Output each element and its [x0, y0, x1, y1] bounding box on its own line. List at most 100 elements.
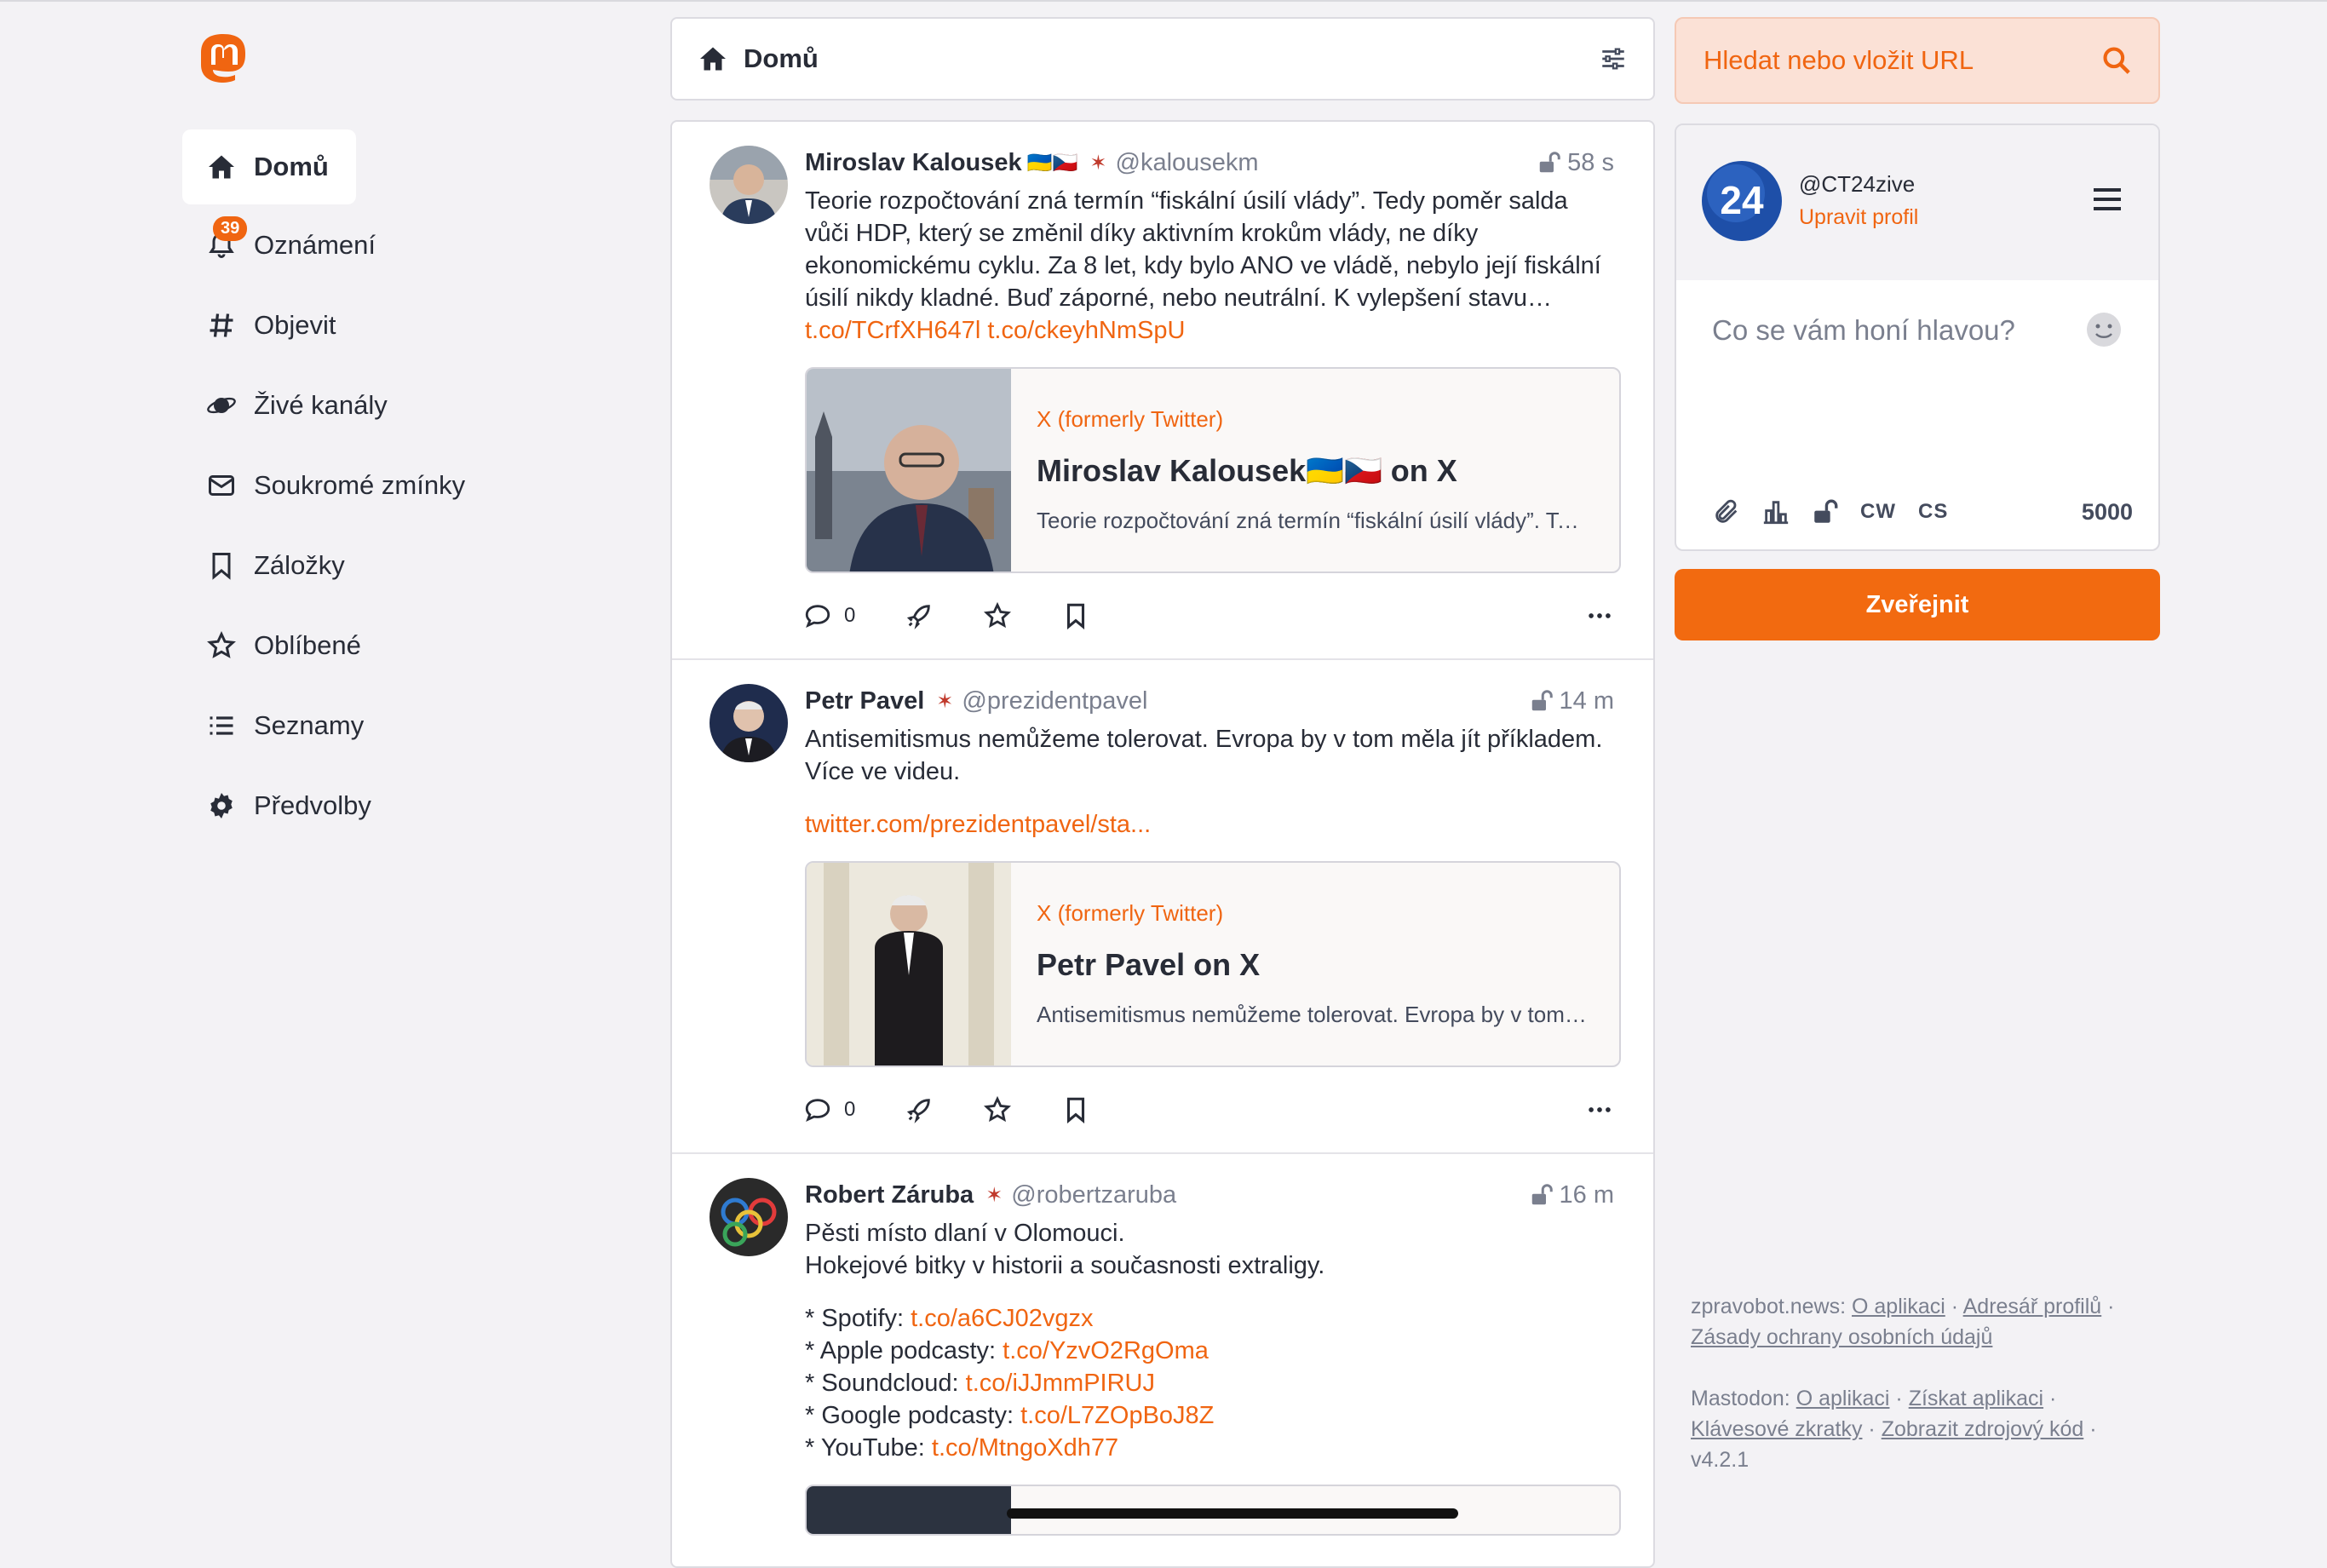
- ellipsis-icon: [1589, 613, 1611, 618]
- privacy-policy-link[interactable]: Zásady ochrany osobních údajů: [1691, 1325, 1992, 1349]
- nav-item-label: Oznámení: [254, 230, 376, 260]
- account-handle[interactable]: @kalousekm: [1116, 149, 1259, 177]
- nav-item-live-feeds[interactable]: Živé kanály: [182, 368, 557, 443]
- home-icon: [204, 150, 238, 184]
- card-provider: X (formerly Twitter): [1037, 900, 1224, 926]
- card-title: Miroslav Kalousek🇺🇦🇨🇿 on X: [1037, 453, 1457, 488]
- star-icon: [984, 601, 1012, 629]
- bookmark-button[interactable]: [1061, 1095, 1090, 1124]
- status-post[interactable]: Robert Záruba ✶ @robertzaruba 16 m Pěsti…: [672, 1154, 1653, 1536]
- hamburger-menu-icon[interactable]: [2092, 187, 2123, 212]
- about-link[interactable]: O aplikaci: [1852, 1295, 1945, 1318]
- content-warning-button[interactable]: CW: [1860, 500, 1896, 524]
- unlock-icon: [1539, 152, 1560, 173]
- nav-item-label: Oblíbené: [254, 630, 361, 660]
- main-navigation: Domů 39 Oznámení Objevit Živé kanály Sou…: [182, 129, 557, 848]
- nav-item-label: Předvolby: [254, 790, 371, 820]
- link-preview-card[interactable]: X (formerly Twitter) Miroslav Kalousek🇺🇦…: [805, 367, 1621, 573]
- account-header: 24 @CT24zive Upravit profil: [1676, 125, 2158, 280]
- post-time[interactable]: 58 s: [1537, 149, 1614, 177]
- reply-button[interactable]: 0: [803, 1095, 855, 1124]
- publish-button[interactable]: Zveřejnit: [1675, 569, 2160, 640]
- version-label: v4.2.1: [1691, 1448, 1750, 1472]
- poll-icon[interactable]: [1761, 497, 1790, 526]
- keyboard-shortcuts-link[interactable]: Klávesové zkratky: [1691, 1417, 1862, 1441]
- home-icon: [700, 47, 726, 71]
- more-options-button[interactable]: [1585, 601, 1614, 630]
- post-time[interactable]: 16 m: [1529, 1181, 1614, 1209]
- boost-button[interactable]: [905, 1095, 934, 1124]
- profile-directory-link[interactable]: Adresář profilů: [1963, 1295, 2102, 1318]
- nav-item-bookmarks[interactable]: Záložky: [182, 528, 557, 603]
- bot-icon: ✶: [985, 1183, 1003, 1207]
- nav-item-label: Objevit: [254, 310, 336, 340]
- more-options-button[interactable]: [1585, 1095, 1614, 1124]
- time-label: 14 m: [1559, 686, 1614, 715]
- account-handle[interactable]: @prezidentpavel: [962, 687, 1147, 715]
- paperclip-icon[interactable]: [1712, 497, 1741, 526]
- nav-item-lists[interactable]: Seznamy: [182, 688, 557, 763]
- avatar[interactable]: [710, 146, 788, 224]
- mastodon-about-link[interactable]: O aplikaci: [1796, 1387, 1890, 1410]
- compose-textarea[interactable]: Co se vám honí hlavou?: [1676, 280, 2158, 478]
- nav-item-label: Domů: [254, 152, 329, 181]
- display-name[interactable]: Petr Pavel: [805, 687, 924, 715]
- account-handle[interactable]: @robertzaruba: [1011, 1181, 1176, 1209]
- mastodon-logo-icon[interactable]: [198, 32, 249, 87]
- reply-button[interactable]: 0: [803, 601, 855, 630]
- display-name[interactable]: Robert Záruba: [805, 1181, 974, 1209]
- display-name[interactable]: Miroslav Kalousek: [805, 149, 1022, 177]
- nav-item-private-mentions[interactable]: Soukromé zmínky: [182, 448, 557, 523]
- get-app-link[interactable]: Získat aplikaci: [1909, 1387, 2043, 1410]
- status-text: Hokejové bitky v historii a současnosti …: [805, 1252, 1325, 1279]
- language-button[interactable]: CS: [1918, 500, 1948, 524]
- nav-item-notifications[interactable]: 39 Oznámení: [182, 208, 557, 283]
- account-handle[interactable]: @CT24zive: [1799, 171, 1915, 198]
- nav-item-favourites[interactable]: Oblíbené: [182, 608, 557, 683]
- post-time[interactable]: 14 m: [1529, 687, 1614, 715]
- search-icon[interactable]: [2100, 44, 2133, 77]
- status-post[interactable]: Petr Pavel ✶ @prezidentpavel 14 m Antise…: [672, 660, 1653, 1154]
- footer-site-name: zpravobot.news: [1691, 1295, 1841, 1318]
- scroll-indicator[interactable]: [1007, 1508, 1458, 1519]
- nav-item-home[interactable]: Domů: [182, 129, 356, 204]
- source-code-link[interactable]: Zobrazit zdrojový kód: [1882, 1417, 2084, 1441]
- status-link[interactable]: t.co/YzvO2RgOma: [1003, 1337, 1209, 1364]
- status-text: Pěsti místo dlaní v Olomouci.: [805, 1220, 1125, 1247]
- status-link[interactable]: t.co/ckeyhNmSpU: [987, 317, 1185, 344]
- nav-item-label: Seznamy: [254, 710, 365, 740]
- status-link[interactable]: t.co/L7ZOpBoJ8Z: [1020, 1402, 1214, 1429]
- card-description: Antisemitismus nemůžeme tolerovat. Evrop…: [1037, 1002, 1590, 1027]
- planet-icon: [204, 388, 238, 422]
- status-link[interactable]: t.co/TCrfXH647l: [805, 317, 980, 344]
- avatar[interactable]: [710, 1178, 788, 1256]
- avatar[interactable]: [710, 684, 788, 762]
- status-link[interactable]: t.co/a6CJ02vgzx: [911, 1305, 1093, 1332]
- status-link[interactable]: t.co/iJJmmPIRUJ: [966, 1370, 1155, 1397]
- nav-item-label: Soukromé zmínky: [254, 470, 466, 500]
- status-post[interactable]: Miroslav Kalousek 🇺🇦🇨🇿 ✶ @kalousekm 58 s…: [672, 122, 1653, 660]
- edit-profile-link[interactable]: Upravit profil: [1799, 205, 1918, 230]
- nav-item-label: Záložky: [254, 550, 345, 580]
- reply-icon: [805, 605, 830, 629]
- bookmark-icon: [204, 549, 238, 583]
- compose-form: 24 @CT24zive Upravit profil Co se vám ho…: [1675, 123, 2160, 551]
- emoji-picker-icon[interactable]: [2085, 311, 2123, 348]
- favourite-button[interactable]: [983, 1095, 1012, 1124]
- bookmark-button[interactable]: [1061, 601, 1090, 630]
- search-bar[interactable]: [1675, 17, 2160, 104]
- link-preview-card[interactable]: X (formerly Twitter) Petr Pavel on X Ant…: [805, 861, 1621, 1067]
- search-input[interactable]: [1702, 44, 2100, 77]
- card-thumbnail: [807, 369, 1011, 571]
- favourite-button[interactable]: [983, 601, 1012, 630]
- settings-sliders-icon[interactable]: [1599, 44, 1628, 73]
- reply-count: 0: [844, 1098, 856, 1121]
- boost-button[interactable]: [905, 601, 934, 630]
- notification-badge: 39: [213, 216, 248, 241]
- unlock-icon[interactable]: [1811, 497, 1840, 526]
- nav-item-explore[interactable]: Objevit: [182, 288, 557, 363]
- avatar[interactable]: 24: [1702, 161, 1782, 241]
- nav-item-preferences[interactable]: Předvolby: [182, 768, 557, 843]
- status-link[interactable]: twitter.com/prezidentpavel/sta...: [805, 811, 1151, 838]
- status-link[interactable]: t.co/MtngoXdh77: [932, 1434, 1118, 1462]
